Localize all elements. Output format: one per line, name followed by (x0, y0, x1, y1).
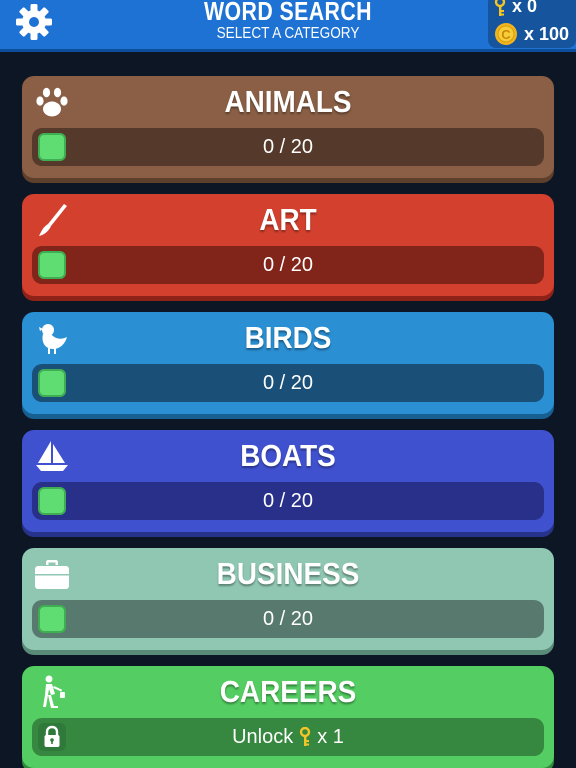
unlock-bar[interactable]: Unlock x 1 (32, 718, 544, 756)
progress-bar: 0 / 20 (32, 128, 544, 166)
progress-bar: 0 / 20 (32, 600, 544, 638)
wallet-panel: x 0 C x 100 (488, 0, 576, 48)
category-title: ANIMALS (224, 84, 352, 119)
category-card-boats[interactable]: BOATS 0 / 20 (22, 430, 554, 532)
progress-bar: 0 / 20 (32, 364, 544, 402)
category-card-birds[interactable]: BIRDS 0 / 20 (22, 312, 554, 414)
category-card-business[interactable]: BUSINESS 0 / 20 (22, 548, 554, 650)
page-title: WORD SEARCH (204, 0, 372, 26)
unlock-cost: Unlock x 1 (32, 718, 544, 756)
unlock-cost-value: x 1 (317, 726, 344, 748)
progress-text: 0 / 20 (262, 254, 314, 276)
unlock-label: Unlock (232, 726, 294, 748)
progress-bar: 0 / 20 (32, 246, 544, 284)
category-title: CAREERS (219, 674, 357, 709)
coins-count: x 100 (524, 23, 570, 44)
top-bar: WORD SEARCH SELECT A CATEGORY x 0 C x 10… (0, 0, 576, 52)
category-title: ART (259, 202, 317, 237)
category-title: BOATS (240, 438, 336, 473)
category-card-art[interactable]: ART 0 / 20 (22, 194, 554, 296)
category-card-animals[interactable]: ANIMALS 0 / 20 (22, 76, 554, 178)
coins-counter: C x 100 (494, 22, 569, 46)
keys-counter: x 0 (494, 0, 537, 17)
progress-text: 0 / 20 (262, 490, 314, 512)
category-title: BUSINESS (216, 556, 360, 591)
page-subtitle: SELECT A CATEGORY (216, 25, 360, 42)
keys-count: x 0 (512, 0, 538, 16)
category-card-careers[interactable]: CAREERS Unlock x 1 (22, 666, 554, 768)
key-icon (300, 727, 311, 746)
progress-text: 0 / 20 (262, 136, 314, 158)
progress-bar: 0 / 20 (32, 482, 544, 520)
svg-text:C: C (501, 27, 511, 42)
progress-text: 0 / 20 (262, 372, 314, 394)
category-title: BIRDS (244, 320, 332, 355)
progress-text: 0 / 20 (262, 608, 314, 630)
coin-icon: C (495, 23, 517, 45)
key-icon (494, 0, 506, 16)
